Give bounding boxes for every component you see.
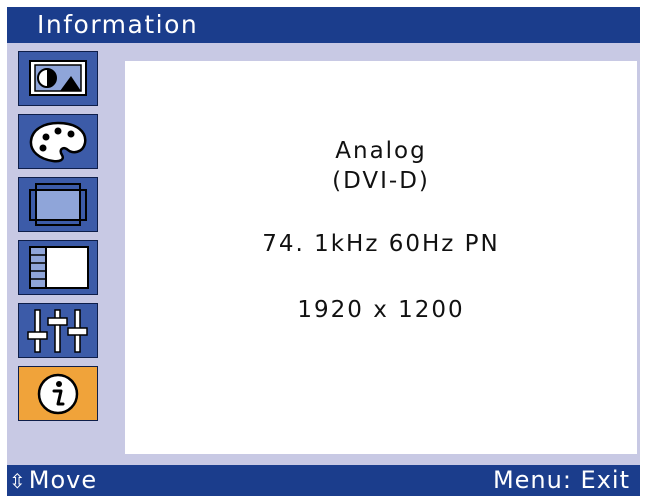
menu-item-information[interactable] bbox=[18, 366, 98, 421]
osd-window: Information Analog (DVI-D) 74. 1kHz 60Hz… bbox=[7, 7, 640, 496]
move-label: Move bbox=[28, 466, 98, 494]
page-title: Information bbox=[37, 10, 199, 39]
screen-size-icon bbox=[29, 183, 87, 226]
palette-icon bbox=[29, 121, 87, 163]
menu-item-picture[interactable] bbox=[18, 51, 98, 106]
frequency-text: 74. 1kHz 60Hz PN bbox=[262, 231, 500, 257]
title-bar: Information bbox=[7, 7, 640, 43]
picture-icon bbox=[29, 60, 87, 96]
info-panel: Analog (DVI-D) 74. 1kHz 60Hz PN 1920 x 1… bbox=[125, 61, 637, 454]
menu-item-geometry[interactable] bbox=[18, 177, 98, 232]
menu-item-setup[interactable] bbox=[18, 303, 98, 358]
signal-type-text: Analog bbox=[335, 138, 427, 164]
info-icon bbox=[37, 373, 79, 415]
resolution-text: 1920 x 1200 bbox=[297, 297, 465, 323]
move-hint: ⇳Move bbox=[9, 466, 97, 496]
osd-layout-icon bbox=[29, 246, 89, 289]
exit-hint: Menu: Exit bbox=[492, 466, 630, 494]
status-bar: ⇳Move Menu: Exit bbox=[7, 465, 640, 496]
menu-item-osd-position[interactable] bbox=[18, 240, 98, 295]
input-source-text: (DVI-D) bbox=[332, 168, 430, 194]
sliders-icon bbox=[27, 309, 88, 353]
menu-item-color[interactable] bbox=[18, 114, 98, 169]
up-down-arrow-icon: ⇳ bbox=[9, 469, 27, 493]
